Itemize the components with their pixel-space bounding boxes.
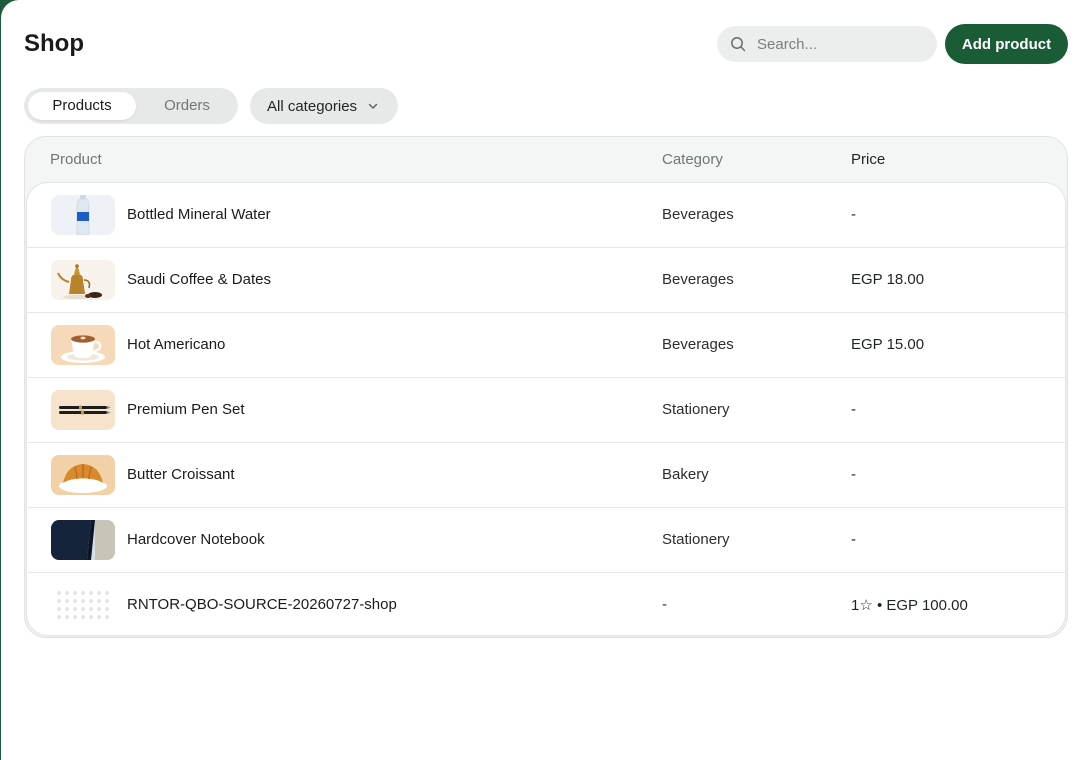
product-category: Bakery [662, 466, 709, 483]
table-row[interactable]: Bottled Mineral Water Beverages - [27, 183, 1065, 248]
tab-products[interactable]: Products [28, 92, 136, 120]
page-title: Shop [24, 30, 84, 57]
table-row[interactable]: Hardcover Notebook Stationery - [27, 508, 1065, 573]
product-price: - [851, 466, 856, 483]
product-thumbnail [51, 390, 115, 430]
product-price: EGP 15.00 [851, 336, 925, 353]
table-row[interactable]: Saudi Coffee & Dates Beverages EGP 18.00 [27, 248, 1065, 313]
product-price: - [851, 531, 856, 548]
category-filter-dropdown[interactable]: All categories [250, 88, 398, 124]
water-bottle-icon [76, 195, 90, 235]
product-price: EGP 18.00 [851, 271, 925, 288]
product-name: Hardcover Notebook [127, 531, 265, 548]
notebook-icon [51, 520, 115, 560]
product-thumbnail [51, 520, 115, 560]
croissant-icon [59, 464, 107, 493]
search-box[interactable] [717, 26, 937, 62]
table-row[interactable]: RNTOR-QBO-SOURCE-20260727-shop - 1☆ • EG… [27, 573, 1065, 635]
coffee-cup-icon [61, 335, 105, 363]
products-table: Product Category Price Bottled Mineral W… [24, 136, 1068, 638]
product-name: Hot Americano [127, 336, 226, 353]
product-name: Bottled Mineral Water [127, 206, 271, 223]
product-price: 1☆ • EGP 100.00 [851, 597, 968, 614]
product-thumbnail [51, 260, 115, 300]
product-category: Beverages [662, 336, 734, 353]
column-header-product[interactable]: Product [50, 151, 102, 168]
chevron-down-icon [368, 103, 378, 109]
product-thumbnail [51, 325, 115, 365]
table-row[interactable]: Hot Americano Beverages EGP 15.00 [27, 313, 1065, 378]
column-header-price[interactable]: Price [851, 151, 885, 168]
product-name: Saudi Coffee & Dates [127, 271, 271, 288]
product-category: Stationery [662, 401, 730, 418]
view-tabs: Products Orders [24, 88, 238, 124]
product-price: - [851, 206, 856, 223]
coffee-pot-icon [57, 264, 102, 299]
search-input[interactable] [755, 34, 934, 54]
table-row[interactable]: Butter Croissant Bakery - [27, 443, 1065, 508]
product-thumbnail [51, 455, 115, 495]
product-category: Beverages [662, 206, 734, 223]
product-price: - [851, 401, 856, 418]
product-thumbnail [51, 585, 115, 625]
table-row[interactable]: Premium Pen Set Stationery - [27, 378, 1065, 443]
column-header-category[interactable]: Category [662, 151, 723, 168]
tab-orders[interactable]: Orders [136, 92, 238, 120]
search-icon [731, 37, 746, 52]
product-name: Premium Pen Set [127, 401, 245, 418]
product-category: Stationery [662, 531, 730, 548]
table-header: Product Category Price [25, 137, 1067, 182]
placeholder-pattern-icon [57, 591, 109, 619]
product-category: - [662, 596, 667, 613]
shop-page: Shop Add product Products Orders All cat… [1, 0, 1092, 760]
category-filter-label: All categories [267, 97, 358, 115]
product-name: Butter Croissant [127, 466, 235, 483]
product-thumbnail [51, 195, 115, 235]
product-category: Beverages [662, 271, 734, 288]
table-body: Bottled Mineral Water Beverages - Saudi … [26, 182, 1066, 636]
pens-icon [59, 405, 111, 415]
product-name: RNTOR-QBO-SOURCE-20260727-shop [127, 596, 397, 613]
add-product-button[interactable]: Add product [945, 24, 1068, 64]
